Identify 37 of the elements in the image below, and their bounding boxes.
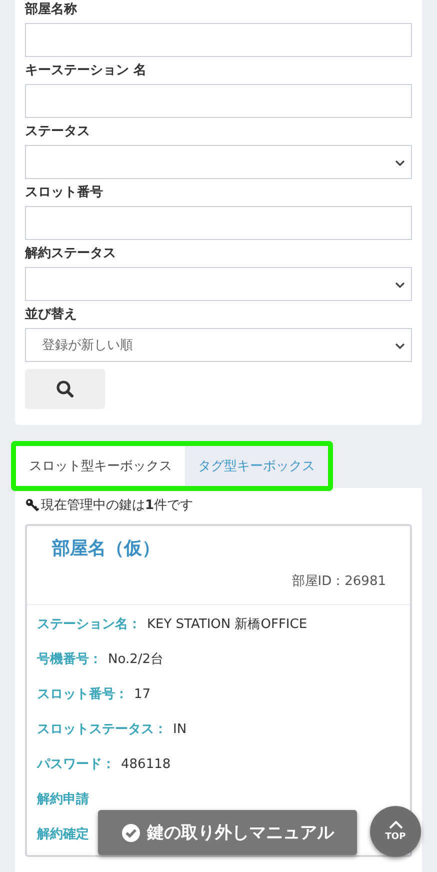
field-label: 部屋名称: [25, 0, 78, 19]
detail-value: 486118: [121, 756, 171, 774]
search-icon: [56, 380, 74, 398]
room-title: 部屋名（仮）: [52, 537, 161, 560]
detail-label: スロット番号：: [37, 686, 128, 704]
field-label: キーステーション 名: [25, 62, 148, 80]
room-id: 部屋ID：26981: [292, 573, 386, 590]
key-count-text: 現在管理中の鍵は1件です: [41, 497, 194, 514]
detail-label: スロットステータス：: [37, 721, 167, 739]
detail-label: ステーション名：: [37, 616, 141, 634]
tab[interactable]: スロット型キーボックス: [16, 446, 185, 486]
chevron-icon: [395, 282, 405, 288]
check-circle-icon: [121, 822, 141, 842]
field-label: 解約ステータス: [25, 245, 117, 263]
detail-value: IN: [173, 721, 187, 739]
search-button[interactable]: [25, 369, 105, 409]
detail-value: No.2/2台: [108, 651, 164, 669]
input-field[interactable]: [25, 206, 412, 240]
detail-label: 号機番号：: [37, 651, 102, 669]
field-label: ステータス: [25, 123, 91, 141]
detail-value: 17: [134, 686, 151, 704]
manual-button[interactable]: 鍵の取り外しマニュアル: [98, 810, 357, 855]
detail-label: 解約確定: [37, 826, 89, 844]
input-field[interactable]: [25, 84, 412, 118]
input-field[interactable]: [25, 23, 412, 57]
field-label: 並び替え: [25, 306, 78, 324]
chevron-up-icon: [388, 821, 402, 829]
chevron-icon: [395, 343, 405, 349]
detail-label: 解約申請: [37, 791, 89, 809]
select-field[interactable]: 登録が新しい順: [25, 328, 412, 362]
select-field[interactable]: [25, 267, 412, 301]
detail-value: KEY STATION 新橋OFFICE: [147, 616, 308, 634]
chevron-icon: [395, 160, 405, 166]
field-label: スロット番号: [25, 184, 104, 202]
detail-label: パスワード：: [37, 756, 115, 774]
select-field[interactable]: [25, 145, 412, 179]
key-icon: [25, 498, 39, 512]
